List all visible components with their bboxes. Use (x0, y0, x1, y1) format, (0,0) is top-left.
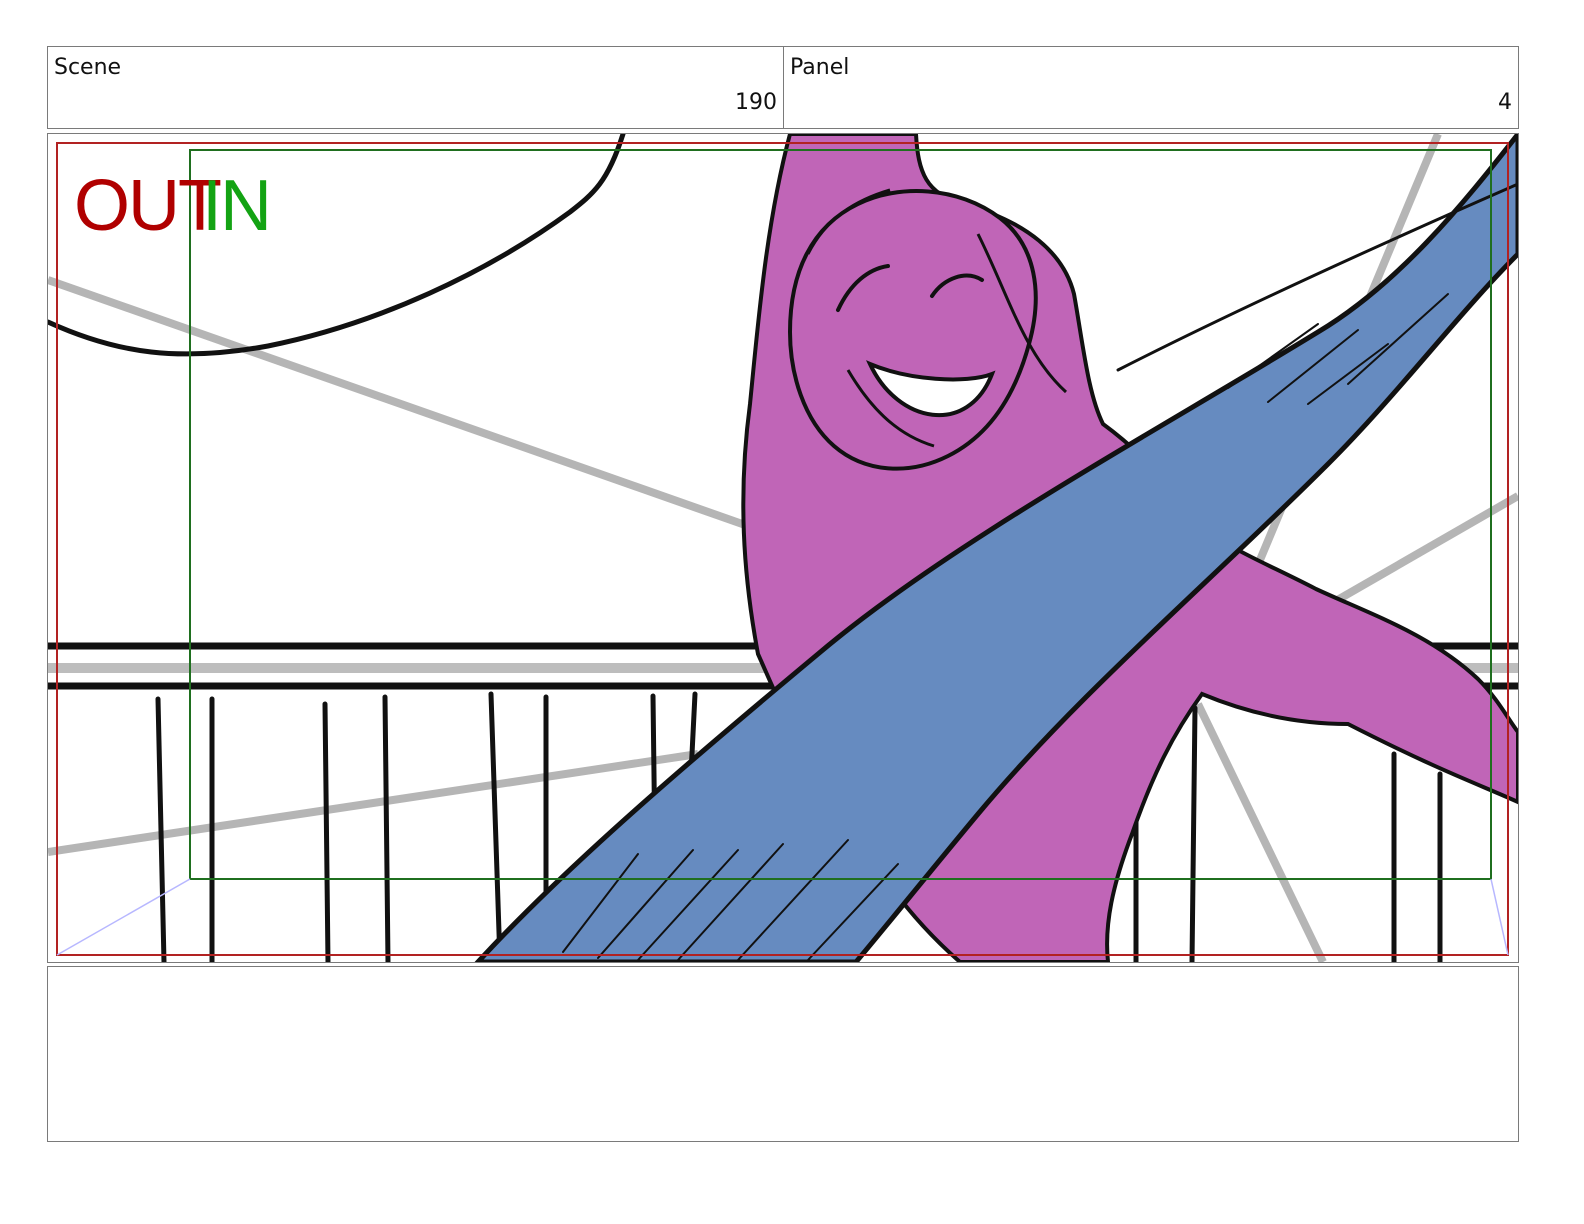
storyboard-frame: OUT IN (47, 133, 1519, 963)
panel-header: Scene 190 Panel 4 (47, 46, 1519, 129)
scene-label: Scene (54, 55, 122, 80)
scene-cell: Scene 190 (48, 47, 784, 128)
panel-cell: Panel 4 (784, 47, 1518, 128)
storyboard-drawing (48, 134, 1518, 962)
panel-number: 4 (1498, 90, 1512, 115)
out-label: OUT (74, 166, 222, 246)
notes-box (47, 966, 1519, 1142)
in-label: IN (202, 166, 272, 246)
scene-number: 190 (735, 90, 777, 115)
panel-label: Panel (790, 55, 850, 80)
